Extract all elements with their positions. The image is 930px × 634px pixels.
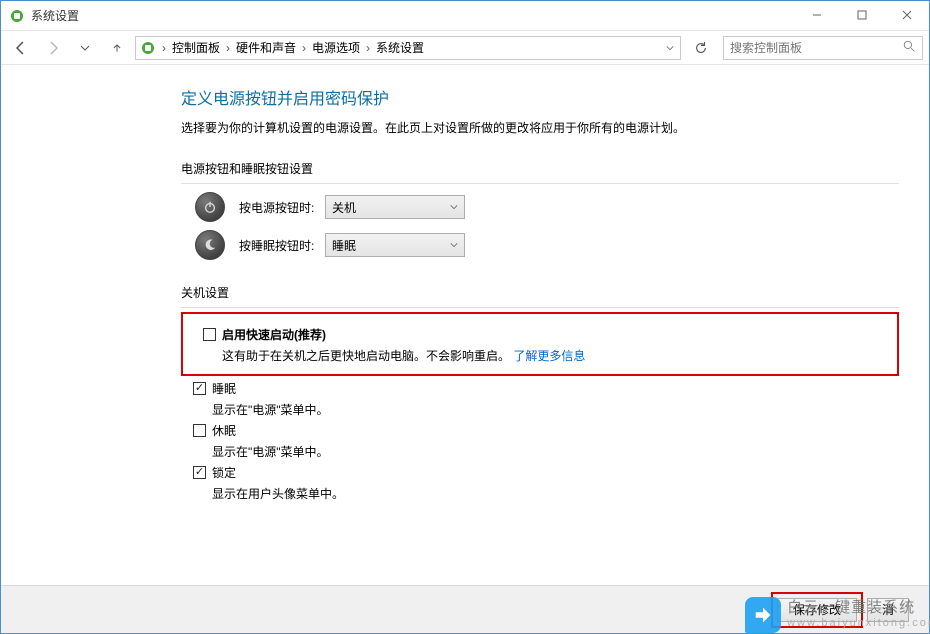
window-title: 系统设置 (31, 7, 794, 24)
page-title: 定义电源按钮并启用密码保护 (181, 85, 899, 109)
sleep-option: 睡眠 显示在"电源"菜单中。 (193, 380, 899, 418)
power-button-label: 按电源按钮时: (239, 199, 325, 216)
sleep-button-label: 按睡眠按钮时: (239, 237, 325, 254)
select-value: 睡眠 (332, 237, 356, 254)
lock-title: 锁定 (212, 464, 344, 481)
search-icon[interactable] (903, 40, 916, 56)
sleep-button-select[interactable]: 睡眠 (325, 233, 465, 257)
forward-button[interactable] (39, 34, 67, 62)
refresh-button[interactable] (689, 36, 713, 60)
chevron-down-icon (450, 200, 458, 214)
breadcrumb-item[interactable]: 控制面板 (168, 39, 224, 56)
breadcrumb-item[interactable]: 电源选项 (308, 39, 364, 56)
app-icon (9, 8, 25, 24)
watermark-icon (745, 597, 781, 633)
chevron-down-icon (450, 238, 458, 252)
divider (181, 307, 899, 308)
up-button[interactable] (103, 34, 131, 62)
page-description: 选择要为你的计算机设置的电源设置。在此页上对设置所做的更改将应用于你所有的电源计… (181, 119, 899, 138)
hibernate-option: 休眠 显示在"电源"菜单中。 (193, 422, 899, 460)
fast-startup-checkbox[interactable] (203, 328, 216, 341)
content: 定义电源按钮并启用密码保护 选择要为你的计算机设置的电源设置。在此页上对设置所做… (1, 65, 929, 524)
breadcrumb: › 控制面板 › 硬件和声音 › 电源选项 › 系统设置 (160, 39, 660, 56)
sleep-title: 睡眠 (212, 380, 329, 397)
sleep-icon (195, 230, 225, 260)
power-icon (195, 192, 225, 222)
minimize-button[interactable] (794, 1, 839, 29)
watermark: 白云一键重装系统 www.baiyunxitong.com (745, 597, 930, 633)
lock-desc: 显示在用户头像菜单中。 (212, 485, 344, 502)
chevron-right-icon[interactable]: › (160, 41, 168, 55)
history-dropdown-button[interactable] (71, 34, 99, 62)
sleep-desc: 显示在"电源"菜单中。 (212, 401, 329, 418)
fast-startup-option: 启用快速启动(推荐) 这有助于在关机之后更快地启动电脑。不会影响重启。 了解更多… (203, 326, 889, 364)
learn-more-link[interactable]: 了解更多信息 (513, 349, 585, 363)
chevron-right-icon[interactable]: › (224, 41, 232, 55)
maximize-button[interactable] (839, 1, 884, 29)
fast-startup-title: 启用快速启动(推荐) (222, 326, 585, 343)
navbar: › 控制面板 › 硬件和声音 › 电源选项 › 系统设置 (1, 30, 929, 65)
address-bar[interactable]: › 控制面板 › 硬件和声音 › 电源选项 › 系统设置 (135, 36, 681, 60)
watermark-main: 白云一键重装系统 (787, 599, 930, 617)
shutdown-section-label: 关机设置 (181, 284, 899, 301)
close-button[interactable] (884, 1, 929, 29)
fast-startup-highlight: 启用快速启动(推荐) 这有助于在关机之后更快地启动电脑。不会影响重启。 了解更多… (181, 312, 899, 376)
search-box[interactable] (723, 36, 923, 60)
divider (181, 183, 899, 184)
chevron-right-icon[interactable]: › (364, 41, 372, 55)
power-button-row: 按电源按钮时: 关机 (195, 192, 899, 222)
sleep-checkbox[interactable] (193, 382, 206, 395)
lock-option: 锁定 显示在用户头像菜单中。 (193, 464, 899, 502)
select-value: 关机 (332, 199, 356, 216)
watermark-sub: www.baiyunxitong.com (787, 617, 930, 630)
watermark-text: 白云一键重装系统 www.baiyunxitong.com (787, 599, 930, 630)
breadcrumb-item[interactable]: 硬件和声音 (232, 39, 300, 56)
window-controls (794, 1, 929, 30)
location-icon (140, 40, 156, 56)
shutdown-settings-section: 关机设置 启用快速启动(推荐) 这有助于在关机之后更快地启动电脑。不会影响重启。… (181, 284, 899, 502)
sleep-button-row: 按睡眠按钮时: 睡眠 (195, 230, 899, 260)
hibernate-checkbox[interactable] (193, 424, 206, 437)
power-button-section-label: 电源按钮和睡眠按钮设置 (181, 160, 899, 177)
address-dropdown-button[interactable] (660, 44, 680, 52)
fast-startup-desc: 这有助于在关机之后更快地启动电脑。不会影响重启。 了解更多信息 (222, 347, 585, 364)
lock-checkbox[interactable] (193, 466, 206, 479)
power-button-select[interactable]: 关机 (325, 195, 465, 219)
search-input[interactable] (730, 41, 903, 55)
hibernate-title: 休眠 (212, 422, 329, 439)
titlebar: 系统设置 (1, 1, 929, 30)
back-button[interactable] (7, 34, 35, 62)
hibernate-desc: 显示在"电源"菜单中。 (212, 443, 329, 460)
chevron-right-icon[interactable]: › (300, 41, 308, 55)
breadcrumb-item[interactable]: 系统设置 (372, 39, 428, 56)
